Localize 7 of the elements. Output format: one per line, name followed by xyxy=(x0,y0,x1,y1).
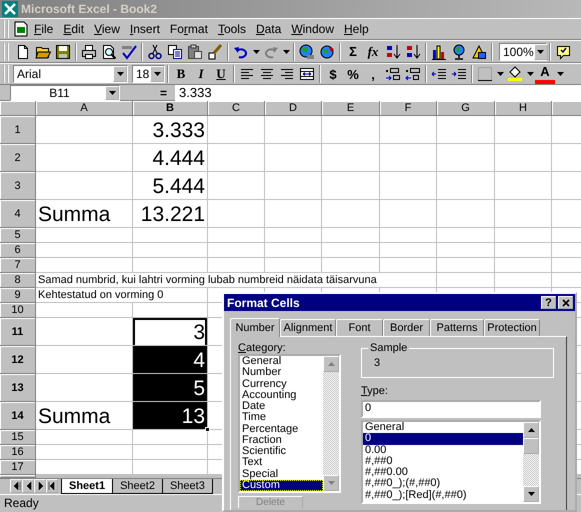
sample-value: 3 xyxy=(374,357,380,369)
type-label: Type: xyxy=(361,386,389,397)
category-label: Category: xyxy=(238,343,287,354)
equals-sign: = xyxy=(160,86,168,100)
dialog-title: Format Cells xyxy=(227,296,301,310)
sample-label: Sample xyxy=(368,343,410,354)
window-title: Microsoft Excel - Book2 xyxy=(21,2,158,16)
